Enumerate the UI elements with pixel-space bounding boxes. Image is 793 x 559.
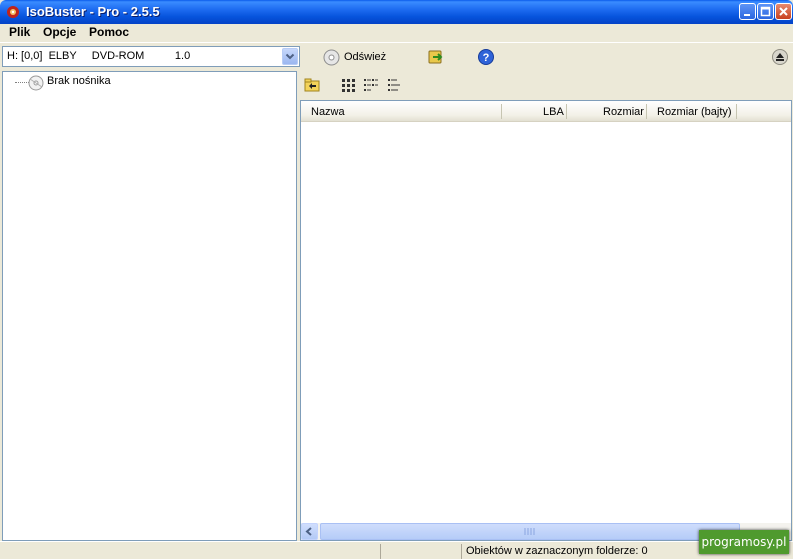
large-icons-view-icon[interactable] (341, 77, 357, 93)
details-view-icon[interactable] (387, 77, 403, 93)
refresh-label: Odśwież (344, 51, 387, 63)
minimize-icon (744, 14, 750, 16)
refresh-button[interactable]: Odśwież (323, 48, 386, 66)
column-divider[interactable] (646, 104, 647, 119)
folder-up-icon[interactable] (304, 77, 320, 93)
column-divider[interactable] (501, 104, 502, 119)
column-rozmiar-bajty[interactable]: Rozmiar (bajty) (657, 106, 732, 118)
tree-panel[interactable]: Brak nośnika (2, 71, 297, 541)
scroll-thumb[interactable] (320, 523, 740, 540)
column-divider[interactable] (736, 104, 737, 119)
status-divider (461, 544, 462, 559)
empty-drive-icon (28, 75, 44, 91)
cd-icon (323, 49, 340, 65)
menu-opcje[interactable]: Opcje (43, 25, 76, 39)
scroll-left-button[interactable] (301, 523, 318, 540)
svg-text:?: ? (483, 52, 490, 64)
column-lba[interactable]: LBA (543, 106, 564, 118)
drive-select-dropdown-button[interactable] (282, 48, 298, 65)
list-header: Nazwa LBA Rozmiar Rozmiar (bajty) (301, 101, 791, 122)
close-icon (779, 7, 788, 16)
watermark: programosy.pl (699, 530, 789, 554)
drive-select-value: H: [0,0] ELBY DVD-ROM 1.0 (7, 50, 191, 62)
window-title: IsoBuster - Pro - 2.5.5 (26, 4, 160, 19)
help-icon[interactable]: ? (477, 48, 495, 66)
column-rozmiar[interactable]: Rozmiar (603, 106, 644, 118)
status-divider (380, 544, 381, 559)
menu-bar: Plik Opcje Pomoc (0, 24, 793, 42)
list-view-icon[interactable] (363, 77, 379, 93)
maximize-button[interactable] (757, 3, 774, 20)
grip-icon (524, 528, 535, 535)
column-nazwa[interactable]: Nazwa (311, 106, 345, 118)
app-icon[interactable] (5, 4, 21, 20)
close-button[interactable] (775, 3, 792, 20)
title-bar[interactable]: IsoBuster - Pro - 2.5.5 (0, 0, 793, 24)
chevron-down-icon (285, 53, 295, 60)
eject-icon[interactable] (771, 48, 789, 66)
menu-plik[interactable]: Plik (9, 25, 30, 39)
file-panel: Nazwa LBA Rozmiar Rozmiar (bajty) (299, 71, 792, 541)
file-list[interactable]: Nazwa LBA Rozmiar Rozmiar (bajty) (300, 100, 792, 541)
menu-pomoc[interactable]: Pomoc (89, 25, 129, 39)
toolbar: H: [0,0] ELBY DVD-ROM 1.0 Odśwież ? (0, 42, 793, 70)
maximize-icon (760, 6, 771, 17)
minimize-button[interactable] (739, 3, 756, 20)
status-bar: Obiektów w zaznaczonym folderze: 0 (0, 541, 793, 559)
tree-item-no-media[interactable]: Brak nośnika (47, 75, 111, 87)
extract-icon[interactable] (427, 48, 445, 66)
chevron-left-icon (305, 527, 312, 536)
drive-select[interactable]: H: [0,0] ELBY DVD-ROM 1.0 (2, 46, 300, 67)
status-object-count: Obiektów w zaznaczonym folderze: 0 (466, 545, 648, 557)
column-divider[interactable] (566, 104, 567, 119)
